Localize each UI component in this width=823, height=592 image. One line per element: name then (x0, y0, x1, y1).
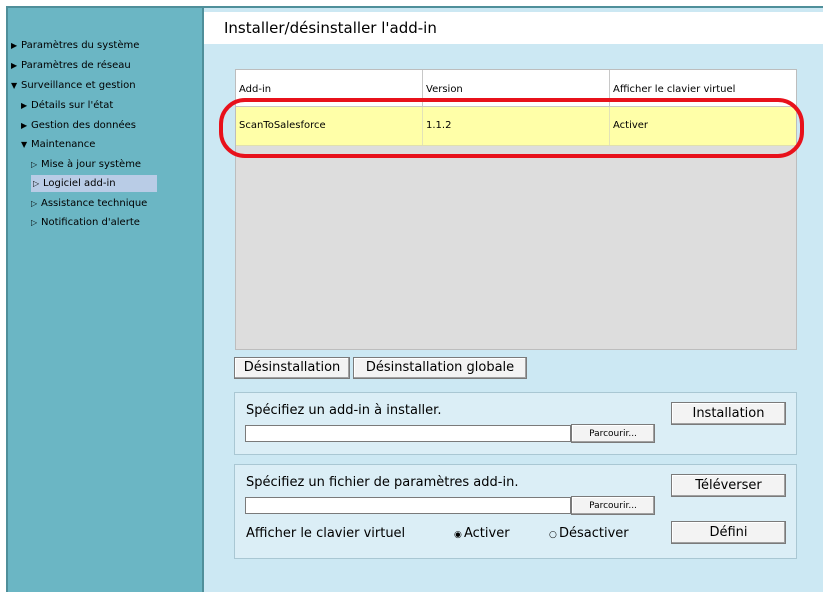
install-prompt: Spécifiez un add-in à installer. (246, 403, 442, 418)
sidebar-item-label: Surveillance et gestion (21, 80, 136, 91)
radio-deactivate-label: Désactiver (559, 526, 629, 541)
sidebar-item-label: Mise à jour système (41, 159, 142, 170)
sidebar-item-label: Assistance technique (41, 198, 148, 209)
bullet-arrow-icon: ▷ (31, 160, 38, 169)
radio-activate-label: Activer (464, 526, 510, 541)
expand-arrow-icon: ▶ (11, 41, 18, 50)
radio-deactivate[interactable]: ○ Désactiver (549, 526, 629, 541)
sidebar-item-data-management[interactable]: ▶ Gestion des données (21, 118, 136, 134)
sidebar-item-addin-software[interactable]: ▷ Logiciel add-in (31, 175, 157, 192)
sidebar-item-label: Paramètres de réseau (21, 60, 131, 71)
install-button[interactable]: Installation (671, 402, 786, 425)
collapse-arrow-icon: ▼ (21, 140, 28, 149)
sidebar-item-label: Logiciel add-in (43, 178, 116, 189)
virtual-keyboard-label: Afficher le clavier virtuel (246, 526, 406, 541)
radio-selected-icon: ◉ (454, 530, 462, 540)
bullet-arrow-icon: ▷ (31, 218, 38, 227)
install-browse-button[interactable]: Parcourir... (571, 424, 655, 443)
set-button[interactable]: Défini (671, 521, 786, 544)
expand-arrow-icon: ▶ (11, 61, 18, 70)
sidebar-item-maintenance[interactable]: ▼ Maintenance (21, 137, 95, 153)
sidebar-item-alert-notification[interactable]: ▷ Notification d'alerte (31, 215, 140, 231)
settings-file-field[interactable] (245, 497, 571, 514)
highlight-annotation (219, 98, 804, 158)
install-file-field[interactable] (245, 425, 571, 442)
collapse-arrow-icon: ▼ (11, 81, 18, 90)
sidebar-item-label: Détails sur l'état (31, 100, 114, 111)
radio-activate[interactable]: ◉ Activer (454, 526, 510, 541)
bullet-arrow-icon: ▷ (31, 199, 38, 208)
sidebar-item-system-settings[interactable]: ▶ Paramètres du système (11, 38, 139, 54)
sidebar-item-label: Gestion des données (31, 120, 136, 131)
sidebar-item-network-settings[interactable]: ▶ Paramètres de réseau (11, 58, 131, 74)
sidebar-item-label: Paramètres du système (21, 40, 140, 51)
sidebar-item-label: Notification d'alerte (41, 217, 140, 228)
expand-arrow-icon: ▶ (21, 101, 28, 110)
settings-prompt: Spécifiez un fichier de paramètres add-i… (246, 475, 519, 490)
uninstall-all-button[interactable]: Désinstallation globale (353, 357, 527, 379)
sidebar-item-monitoring[interactable]: ▼ Surveillance et gestion (11, 78, 136, 94)
expand-arrow-icon: ▶ (21, 121, 28, 130)
upload-button[interactable]: Téléverser (671, 474, 786, 497)
uninstall-button[interactable]: Désinstallation (234, 357, 350, 379)
settings-browse-button[interactable]: Parcourir... (571, 496, 655, 515)
bullet-arrow-icon: ▷ (33, 179, 40, 188)
page-title: Installer/désinstaller l'add-in (204, 12, 823, 44)
sidebar-item-label: Maintenance (31, 139, 96, 150)
radio-unselected-icon: ○ (549, 530, 557, 540)
sidebar-item-status-details[interactable]: ▶ Détails sur l'état (21, 98, 113, 114)
sidebar-item-system-update[interactable]: ▷ Mise à jour système (31, 157, 141, 173)
sidebar (8, 8, 202, 592)
sidebar-item-tech-support[interactable]: ▷ Assistance technique (31, 196, 147, 212)
